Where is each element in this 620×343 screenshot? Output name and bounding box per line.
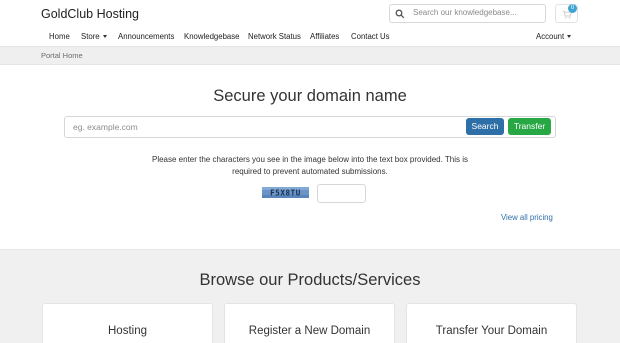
nav-item-account-label: Account (536, 32, 565, 41)
view-all-pricing-link[interactable]: View all pricing (501, 213, 553, 222)
nav-item-announcements[interactable]: Announcements (118, 32, 174, 41)
domain-search-title: Secure your domain name (213, 87, 407, 105)
site-header: GoldClub Hosting Search our knowledgebas… (0, 0, 620, 29)
captcha-input[interactable] (317, 184, 366, 203)
product-card-label: Transfer Your Domain (435, 325, 548, 337)
brand-logo[interactable]: GoldClub Hosting (41, 7, 139, 21)
main-navigation: Home Store Announcements Knowledgebase N… (0, 29, 620, 46)
captcha-image: F5X8TU (262, 187, 309, 198)
cart-count-badge: 0 (568, 4, 577, 13)
breadcrumb: Portal Home (0, 46, 620, 65)
nav-item-contact-us[interactable]: Contact Us (351, 32, 390, 41)
captcha-code: F5X8TU (270, 188, 301, 197)
products-section: Browse our Products/Services Hosting Reg… (0, 249, 620, 343)
search-placeholder: Search our knowledgebase... (413, 8, 517, 17)
chevron-down-icon (567, 35, 572, 38)
search-button[interactable]: Search (466, 118, 504, 135)
products-section-title: Browse our Products/Services (199, 271, 421, 289)
breadcrumb-portal-home[interactable]: Portal Home (41, 51, 83, 60)
product-card-hosting[interactable]: Hosting (42, 303, 213, 343)
nav-item-store-label: Store (81, 32, 100, 41)
nav-item-knowledgebase[interactable]: Knowledgebase (184, 32, 240, 41)
nav-item-account[interactable]: Account (536, 32, 572, 41)
nav-item-store[interactable]: Store (81, 32, 107, 41)
transfer-button[interactable]: Transfer (508, 118, 551, 135)
nav-item-affiliates[interactable]: Affiliates (310, 32, 339, 41)
domain-input-placeholder: eg. example.com (73, 122, 138, 132)
product-card-label: Register a New Domain (248, 325, 371, 337)
product-card-label: Hosting (108, 325, 147, 337)
knowledgebase-search-input[interactable]: Search our knowledgebase... (389, 4, 546, 23)
product-card-transfer-domain[interactable]: Transfer Your Domain (406, 303, 577, 343)
captcha-instructions: Please enter the characters you see in t… (151, 155, 469, 176)
search-icon (395, 9, 405, 19)
product-card-register-domain[interactable]: Register a New Domain (224, 303, 395, 343)
cart-button[interactable]: 0 (555, 4, 578, 23)
nav-item-home[interactable]: Home (49, 32, 70, 41)
chevron-down-icon (102, 35, 107, 38)
nav-item-network-status[interactable]: Network Status (248, 32, 301, 41)
